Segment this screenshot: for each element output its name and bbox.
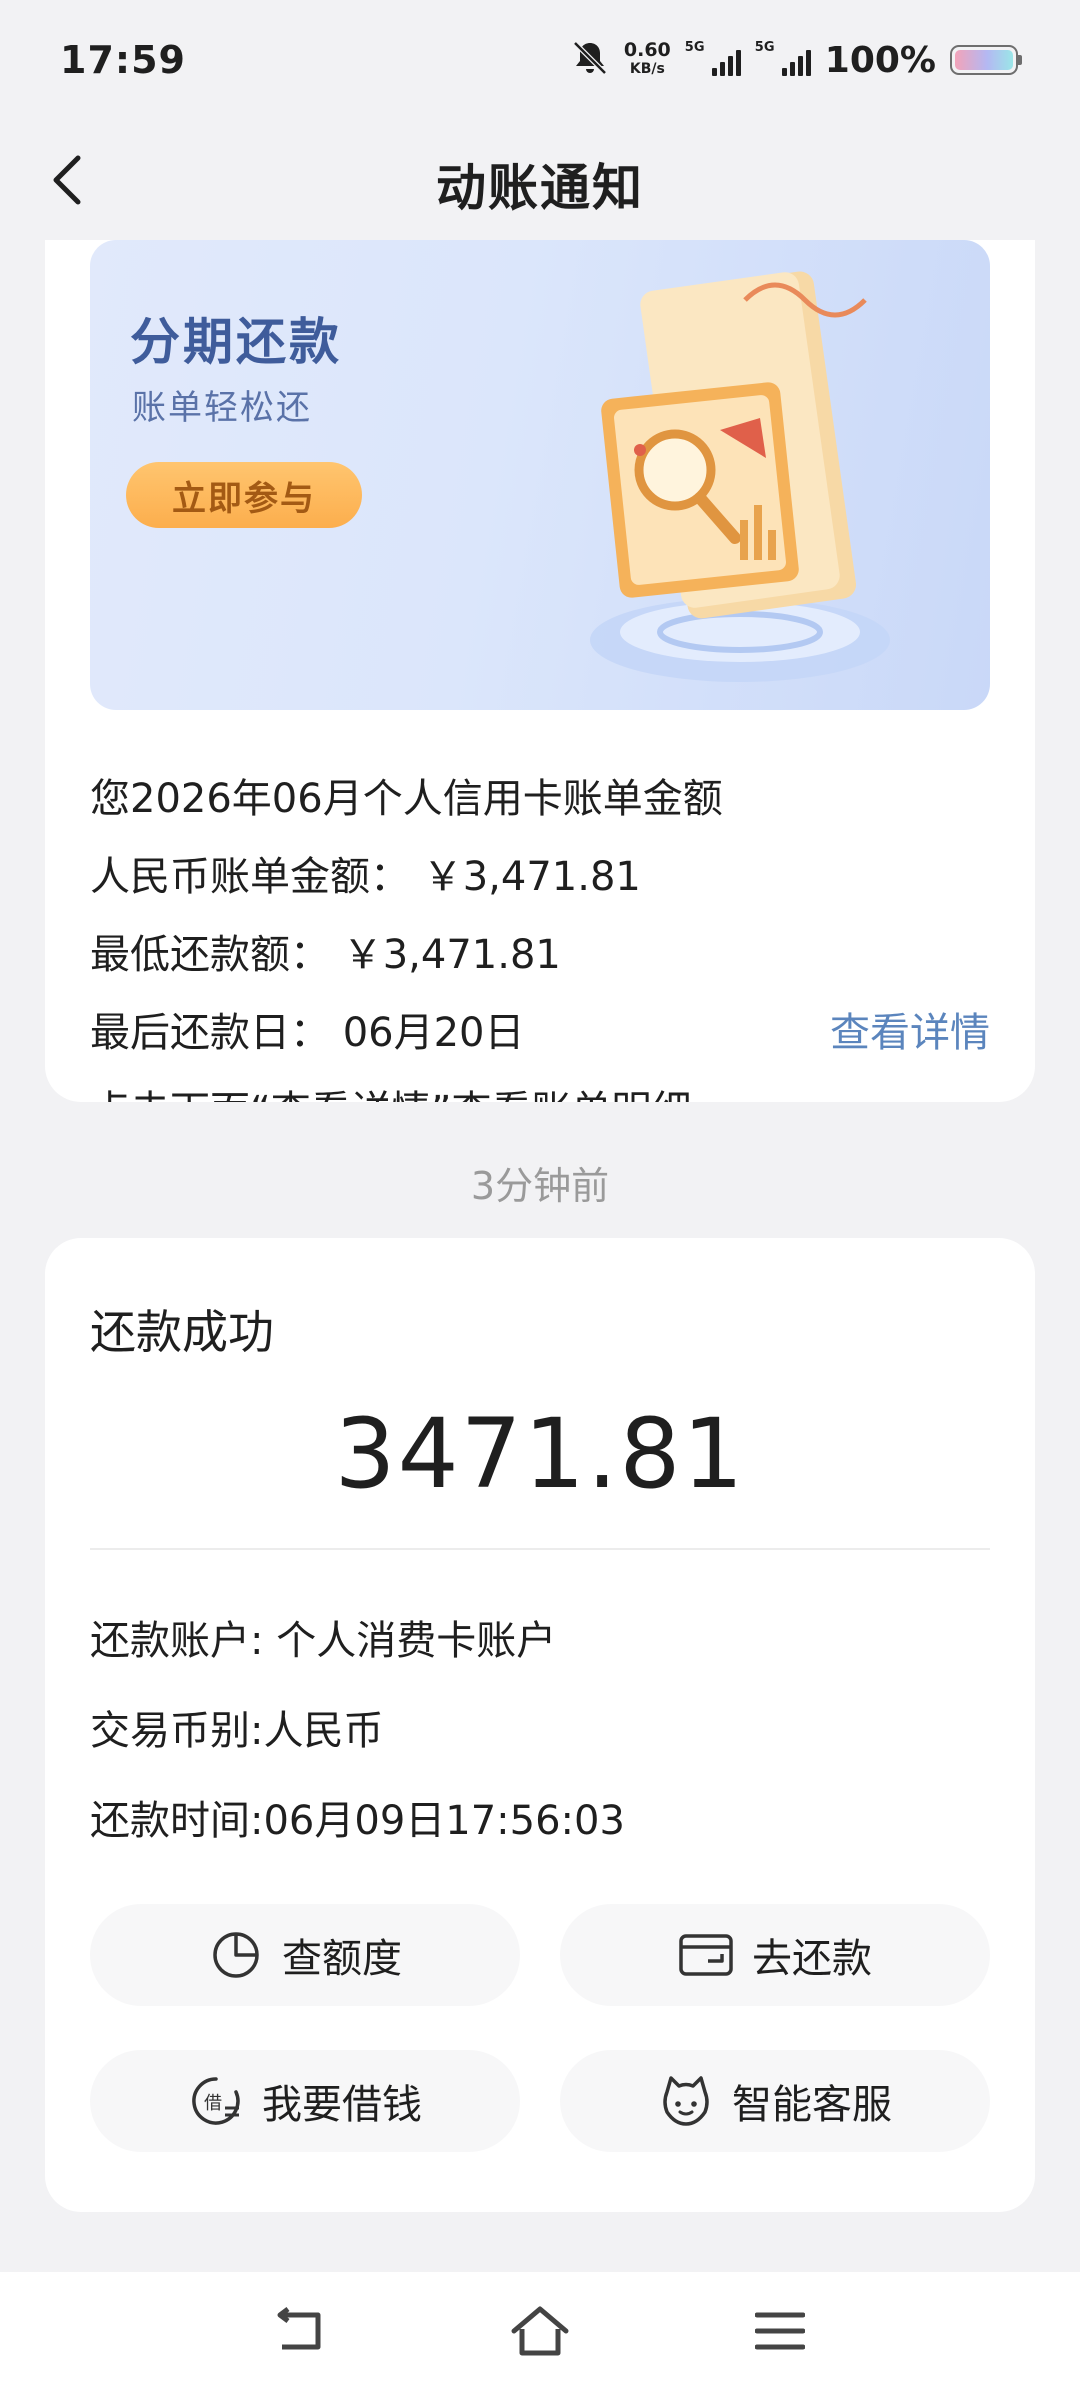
banner-subtitle: 账单轻松还: [132, 388, 312, 428]
message-timestamp: 3分钟前: [470, 1164, 610, 1208]
due-date-line: 最后还款日： 06月20日: [90, 1010, 525, 1056]
quick-actions: 查额度 去还款 借 我要借钱 智能客服: [90, 1904, 990, 2154]
smart-service-button[interactable]: 智能客服: [560, 2050, 990, 2152]
min-payment-line: 最低还款额： ￥3,471.81: [90, 932, 561, 978]
battery-icon: [950, 45, 1022, 75]
banner-title: 分期还款: [130, 312, 342, 371]
pie-chart-icon: [208, 1927, 264, 1983]
payment-success-card: 还款成功 3471.81 还款账户: 个人消费卡账户 交易币别:人民币 还款时间…: [45, 1238, 1035, 2212]
nav-header: 动账通知: [0, 120, 1080, 240]
home-icon: [511, 2306, 569, 2356]
status-icons: 0.60 KB/s 5G 5G 100%: [570, 38, 1022, 82]
join-now-button[interactable]: 立即参与: [126, 462, 362, 528]
installment-banner[interactable]: 分期还款 账单轻松还 立即参与: [90, 240, 990, 710]
divider: [90, 1548, 990, 1550]
loan-icon: 借: [188, 2073, 244, 2129]
robot-icon: [658, 2073, 714, 2129]
bill-amount-line: 人民币账单金额： ￥3,471.81: [90, 854, 641, 900]
bill-details: 您2026年06月个人信用卡账单金额 人民币账单金额： ￥3,471.81 最低…: [90, 760, 723, 1102]
action-label: 智能客服: [732, 2082, 892, 2128]
hint-line: 点击下面“查看详情”查看账单明细: [90, 1072, 723, 1102]
menu-icon: [755, 2312, 805, 2350]
network-speed: 0.60 KB/s: [623, 39, 671, 78]
payment-account: 还款账户: 个人消费卡账户: [90, 1618, 557, 1664]
home-nav-button[interactable]: [508, 2299, 572, 2363]
signal-icon: 5G: [755, 40, 811, 80]
payment-time: 还款时间:06月09日17:56:03: [90, 1798, 625, 1844]
mute-bell-icon: [570, 38, 610, 82]
bill-notification-card: 分期还款 账单轻松还 立即参与 您2026年06月个人信用卡账单金额 人民币账单…: [45, 180, 1035, 1102]
bill-line: 您2026年06月个人信用卡账单金额: [90, 776, 723, 822]
payment-title: 还款成功: [90, 1305, 274, 1359]
view-details-link[interactable]: 查看详情: [830, 1000, 990, 1058]
check-credit-limit-button[interactable]: 查额度: [90, 1904, 520, 2006]
system-nav-bar: [0, 2272, 1080, 2400]
back-nav-icon: [277, 2307, 321, 2350]
payment-amount: 3471.81: [334, 1398, 746, 1510]
bill-illustration-icon: [590, 271, 890, 682]
battery-percent: 100%: [824, 39, 936, 81]
action-label: 我要借钱: [262, 2082, 422, 2128]
page-title: 动账通知: [436, 159, 644, 217]
action-label: 去还款: [752, 1936, 872, 1982]
card-icon: [678, 1927, 734, 1983]
go-repay-button[interactable]: 去还款: [560, 1904, 990, 2006]
svg-text:借: 借: [204, 2093, 222, 2114]
payment-currency: 交易币别:人民币: [90, 1708, 384, 1754]
action-label: 查额度: [282, 1936, 402, 1982]
menu-nav-button[interactable]: [748, 2299, 812, 2363]
status-bar: 17:59 0.60 KB/s 5G 5G 100%: [0, 0, 1080, 120]
borrow-money-button[interactable]: 借 我要借钱: [90, 2050, 520, 2152]
signal-icon: 5G: [685, 40, 741, 80]
back-nav-button[interactable]: [268, 2299, 332, 2363]
status-time: 17:59: [60, 38, 186, 82]
payment-details: 还款账户: 个人消费卡账户 交易币别:人民币 还款时间:06月09日17:56:…: [90, 1596, 625, 1866]
